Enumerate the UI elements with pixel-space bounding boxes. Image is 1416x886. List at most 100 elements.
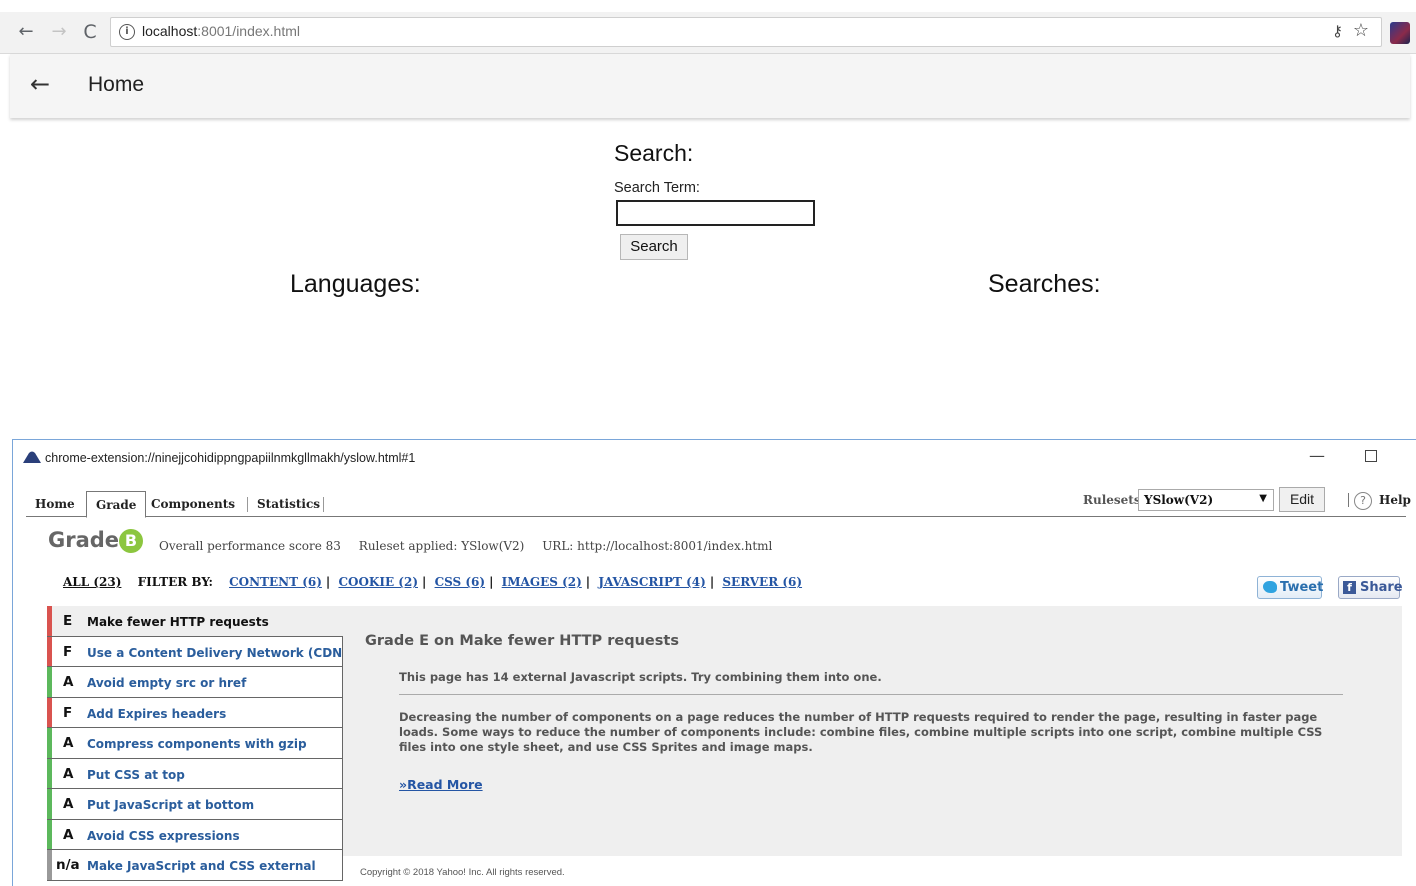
window-title: chrome-extension://ninejjcohidippngpapii… (45, 451, 416, 465)
minimize-icon[interactable]: — (1309, 446, 1325, 465)
list-item[interactable]: A Put JavaScript at bottom (47, 789, 343, 820)
rulesets-value: YSlow(V2) (1144, 493, 1214, 507)
divider (1348, 493, 1349, 507)
page-title: Home (88, 73, 145, 96)
search-heading: Search: (614, 140, 694, 166)
key-icon[interactable]: ⚷ (1332, 22, 1343, 40)
rule-label: Put CSS at top (87, 767, 185, 782)
url-host: localhost (142, 23, 198, 39)
rule-label: Put JavaScript at bottom (87, 798, 255, 812)
search-term-label: Search Term: (614, 180, 700, 196)
back-arrow-icon[interactable]: ← (30, 70, 50, 98)
searches-heading: Searches: (988, 270, 1101, 298)
list-item[interactable]: F Use a Content Delivery Network (CDN) (47, 636, 348, 667)
help-icon[interactable]: ? (1354, 492, 1372, 510)
list-item[interactable]: E Make fewer HTTP requests (47, 606, 343, 637)
rule-label: Make fewer HTTP requests (87, 615, 269, 629)
rule-grade: A (63, 674, 74, 690)
detail-description: Decreasing the number of components on a… (399, 710, 1323, 754)
tab-statistics[interactable]: Statistics (248, 491, 329, 517)
extension-icon[interactable] (1390, 22, 1410, 44)
help-link[interactable]: Help (1379, 493, 1411, 507)
filter-server[interactable]: SERVER (6) (722, 575, 802, 589)
rule-label: Avoid CSS expressions (87, 828, 240, 843)
tweet-label: Tweet (1280, 580, 1324, 595)
share-button[interactable]: f Share (1338, 576, 1403, 599)
grade-color-bar (47, 636, 52, 666)
list-item[interactable]: F Add Expires headers (47, 697, 343, 728)
dropdown-arrow-icon: ▼ (1259, 493, 1267, 504)
facebook-icon: f (1343, 581, 1356, 594)
filter-css[interactable]: CSS (6) (435, 575, 486, 589)
twitter-bird-icon (1263, 581, 1277, 593)
back-arrow-icon[interactable]: ← (14, 20, 38, 44)
list-item[interactable]: n/a Make JavaScript and CSS external (47, 850, 343, 881)
filter-separator: | (585, 575, 591, 589)
filter-by-label: FILTER BY: (137, 575, 213, 589)
browser-toolbar: ← → C i localhost:8001/index.html ⚷ ☆ (0, 12, 1416, 54)
overall-score: Overall performance score 83 (159, 539, 341, 553)
tweet-button[interactable]: Tweet (1257, 576, 1324, 599)
filter-separator: | (709, 575, 715, 589)
detail-message: This page has 14 external Javascript scr… (399, 670, 882, 684)
filter-all[interactable]: ALL (23) (63, 575, 121, 589)
rule-label: Avoid empty src or href (87, 676, 247, 690)
rule-label: Use a Content Delivery Network (CDN) (87, 645, 348, 660)
tab-divider (323, 497, 324, 512)
tab-home[interactable]: Home (26, 491, 84, 517)
rule-grade: n/a (56, 857, 80, 873)
search-button[interactable]: Search (620, 234, 688, 260)
search-input[interactable] (616, 200, 815, 226)
rule-label: Compress components with gzip (87, 737, 307, 751)
yslow-titlebar: chrome-extension://ninejjcohidippngpapii… (13, 440, 1416, 476)
address-bar[interactable]: i localhost:8001/index.html ⚷ ☆ (110, 17, 1382, 47)
rule-grade: E (63, 613, 73, 629)
screen: ← → C i localhost:8001/index.html ⚷ ☆ ← … (0, 0, 1416, 886)
grade-color-bar (47, 697, 52, 727)
url-path: :8001/index.html (197, 23, 300, 39)
filter-content[interactable]: CONTENT (6) (229, 575, 322, 589)
edit-button[interactable]: Edit (1279, 487, 1325, 512)
rule-grade: A (63, 796, 74, 812)
rule-grade: A (63, 765, 74, 782)
rulesets-select[interactable]: YSlow(V2) ▼ (1138, 489, 1274, 511)
tab-grade[interactable]: Grade (86, 491, 147, 518)
app-header: ← Home (10, 54, 1410, 118)
filter-bar: ALL (23) FILTER BY: CONTENT (6) | COOKIE … (63, 575, 802, 589)
rule-detail-panel: Grade E on Make fewer HTTP requests This… (343, 606, 1402, 856)
grade-heading: Grade (48, 528, 120, 552)
rule-grade: A (63, 826, 74, 843)
reload-icon[interactable]: C (78, 20, 102, 44)
list-item[interactable]: A Avoid CSS expressions (47, 819, 343, 850)
grade-badge: B (119, 529, 143, 553)
info-icon[interactable]: i (119, 24, 135, 40)
bookmark-star-icon[interactable]: ☆ (1353, 20, 1369, 41)
rule-grade: A (63, 735, 74, 751)
divider (399, 694, 1343, 695)
grade-color-bar (47, 789, 52, 819)
forward-arrow-icon[interactable]: → (47, 20, 71, 44)
filter-images[interactable]: IMAGES (2) (502, 575, 582, 589)
filter-separator: | (325, 575, 331, 589)
filter-separator: | (489, 575, 494, 589)
detail-title: Grade E on Make fewer HTTP requests (365, 633, 679, 649)
rule-label: Make JavaScript and CSS external (87, 859, 316, 873)
filter-cookie[interactable]: COOKIE (2) (338, 575, 418, 589)
list-item[interactable]: A Compress components with gzip (47, 728, 343, 759)
filter-javascript[interactable]: JAVASCRIPT (4) (598, 575, 705, 589)
list-item[interactable]: A Avoid empty src or href (47, 667, 343, 698)
rules-list: E Make fewer HTTP requests F Use a Conte… (47, 606, 348, 881)
maximize-icon[interactable] (1365, 450, 1377, 462)
grade-color-bar (47, 728, 52, 758)
copyright-text: Copyright © 2018 Yahoo! Inc. All rights … (360, 867, 565, 878)
filter-separator: | (422, 575, 427, 589)
address-url[interactable]: localhost:8001/index.html (142, 23, 300, 39)
list-item[interactable]: A Put CSS at top (47, 758, 343, 789)
tab-components[interactable]: Components (142, 491, 244, 517)
read-more-link[interactable]: »Read More (399, 777, 483, 792)
languages-heading: Languages: (290, 270, 421, 298)
ruleset-applied: Ruleset applied: YSlow(V2) (358, 539, 525, 553)
grade-color-bar (47, 667, 52, 697)
rule-label: Add Expires headers (87, 706, 227, 721)
grade-color-bar (47, 606, 52, 636)
